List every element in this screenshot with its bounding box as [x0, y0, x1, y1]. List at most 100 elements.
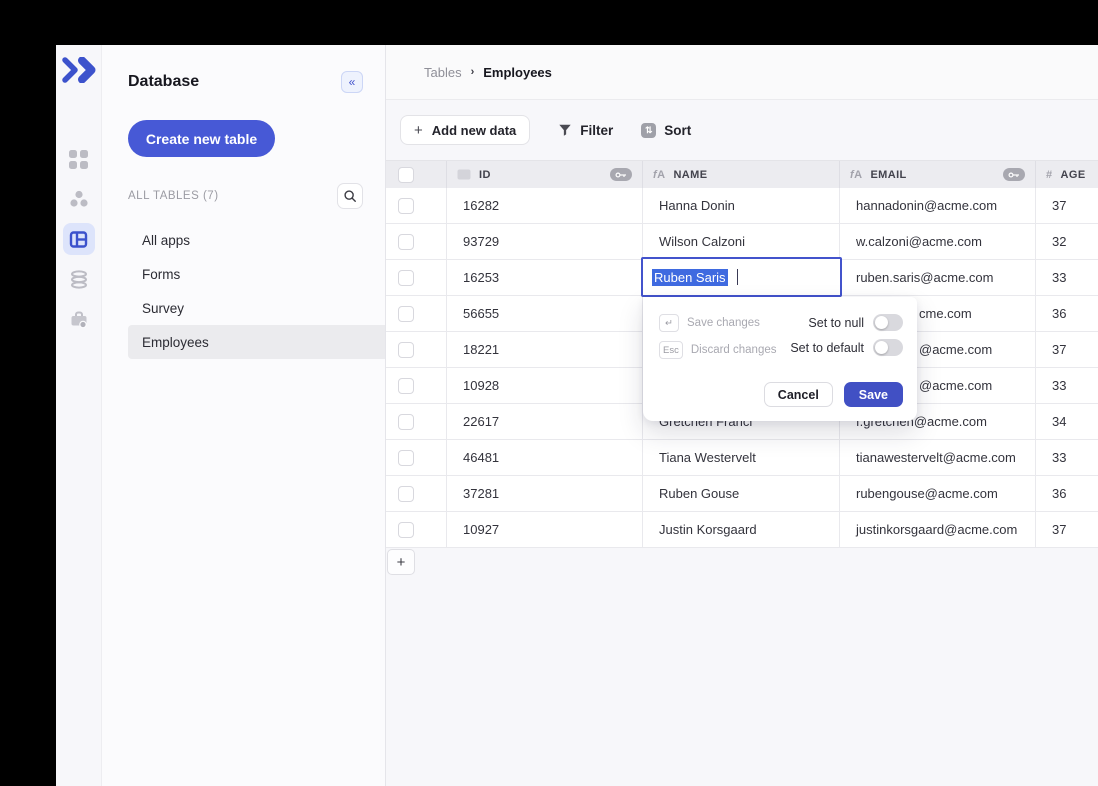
cell-age[interactable]: 33	[1036, 368, 1098, 404]
database-stack-icon[interactable]	[63, 263, 95, 295]
cell-editor-selected-text: Ruben Saris	[652, 268, 728, 286]
sort-label: Sort	[664, 122, 692, 138]
breadcrumb-parent[interactable]: Tables	[424, 65, 462, 80]
cell-age[interactable]: 37	[1036, 512, 1098, 548]
column-header-name[interactable]: fA NAME	[643, 161, 840, 188]
toggle-switch-set-to-null[interactable]	[873, 314, 903, 331]
cell-id[interactable]: 16253	[447, 260, 643, 296]
cell-age[interactable]: 32	[1036, 224, 1098, 260]
cell-email[interactable]: rubengouse@acme.com	[840, 476, 1036, 512]
cell-age[interactable]: 34	[1036, 404, 1098, 440]
cell-id[interactable]: 18221	[447, 332, 643, 368]
cell-id[interactable]: 16282	[447, 188, 643, 224]
sidebar-item-all-apps[interactable]: All apps	[128, 223, 385, 257]
sidebar-title: Database	[128, 73, 200, 90]
sort-arrows-icon: ⇅	[641, 122, 657, 138]
row-checkbox[interactable]	[398, 233, 414, 250]
row-select-cell	[386, 368, 447, 404]
row-checkbox[interactable]	[398, 413, 414, 430]
primary-key-icon	[610, 168, 632, 181]
main-content: Tables › Employees + Add new data Filter…	[386, 45, 1098, 786]
cell-age[interactable]: 36	[1036, 296, 1098, 332]
cancel-button[interactable]: Cancel	[763, 382, 833, 407]
column-header-id[interactable]: ID	[447, 161, 643, 188]
sort-button[interactable]: ⇅ Sort	[641, 122, 692, 138]
row-select-cell	[386, 512, 447, 548]
row-select-cell	[386, 224, 447, 260]
sidebar-item-forms[interactable]: Forms	[128, 257, 385, 291]
cell-id[interactable]: 10928	[447, 368, 643, 404]
column-header-label: ID	[479, 168, 491, 181]
row-select-cell	[386, 260, 447, 296]
row-checkbox[interactable]	[398, 485, 414, 502]
filter-label: Filter	[580, 122, 614, 138]
row-checkbox[interactable]	[398, 449, 414, 466]
toggle-row: Set to null	[790, 314, 903, 331]
text-type-icon: fA	[653, 168, 666, 181]
cell-name[interactable]: Justin Korsgaard	[643, 512, 840, 548]
row-select-cell	[386, 476, 447, 512]
search-tables-button[interactable]	[337, 183, 363, 209]
cell-id[interactable]: 46481	[447, 440, 643, 476]
cell-email[interactable]: hannadonin@acme.com	[840, 188, 1036, 224]
sidebar-collapse-button[interactable]: «	[341, 71, 363, 93]
row-checkbox[interactable]	[398, 269, 414, 286]
cell-email[interactable]: w.calzoni@acme.com	[840, 224, 1036, 260]
row-checkbox[interactable]	[398, 305, 414, 322]
chevron-right-icon: ›	[470, 66, 475, 78]
all-tables-label: ALL TABLES (7)	[128, 190, 219, 202]
save-button[interactable]: Save	[843, 382, 903, 407]
cell-email[interactable]: tianawestervelt@acme.com	[840, 440, 1036, 476]
shortcut-hints: ↵ Save changes Esc Discard changes	[659, 314, 777, 368]
select-all-checkbox[interactable]	[398, 166, 414, 183]
cell-age[interactable]: 33	[1036, 440, 1098, 476]
cell-email[interactable]: justinkorsgaard@acme.com	[840, 512, 1036, 548]
row-checkbox[interactable]	[398, 197, 414, 214]
cell-edit-popup: ↵ Save changes Esc Discard changes Set to n…	[643, 297, 917, 421]
apps-grid-icon[interactable]	[63, 143, 95, 175]
cell-email[interactable]: ruben.saris@acme.com	[840, 260, 1036, 296]
cell-age[interactable]: 37	[1036, 332, 1098, 368]
briefcase-icon[interactable]	[63, 303, 95, 335]
cell-id[interactable]: 93729	[447, 224, 643, 260]
cell-age[interactable]: 36	[1036, 476, 1098, 512]
cell-id[interactable]: 10927	[447, 512, 643, 548]
cell-editor[interactable]: Ruben Saris	[641, 257, 842, 297]
table-header-row: ID fA NAME fA EMAIL # AGE	[386, 160, 1098, 188]
cell-id[interactable]: 37281	[447, 476, 643, 512]
number-type-icon: #	[1046, 168, 1053, 181]
filter-button[interactable]: Filter	[558, 123, 613, 138]
toggle-label: Set to default	[790, 340, 864, 355]
column-header-age[interactable]: # AGE	[1036, 161, 1098, 188]
column-header-label: NAME	[673, 168, 708, 181]
breadcrumb-current: Employees	[483, 64, 552, 80]
cell-name[interactable]: Ruben Gouse	[643, 476, 840, 512]
cell-name[interactable]: Tiana Westervelt	[643, 440, 840, 476]
toggle-switch-set-to-default[interactable]	[873, 339, 903, 356]
create-new-table-button[interactable]: Create new table	[128, 120, 275, 157]
sidebar: Database « Create new table ALL TABLES (…	[102, 45, 386, 786]
row-select-cell	[386, 188, 447, 224]
cluster-icon[interactable]	[63, 183, 95, 215]
sidebar-item-survey[interactable]: Survey	[128, 291, 385, 325]
table-icon[interactable]	[62, 223, 95, 255]
app-window: Database « Create new table ALL TABLES (…	[56, 45, 1098, 786]
id-card-icon	[457, 169, 471, 180]
cell-name[interactable]: Wilson Calzoni	[643, 224, 840, 260]
column-header-email[interactable]: fA EMAIL	[840, 161, 1036, 188]
cell-age[interactable]: 33	[1036, 260, 1098, 296]
cell-name[interactable]: Hanna Donin	[643, 188, 840, 224]
row-checkbox[interactable]	[398, 377, 414, 394]
row-checkbox[interactable]	[398, 521, 414, 538]
enter-key-icon: ↵	[659, 314, 679, 332]
row-checkbox[interactable]	[398, 341, 414, 358]
popup-toggles: Set to null Set to default	[790, 314, 903, 368]
tables-list: All apps Forms Survey Employees	[102, 223, 385, 359]
cell-age[interactable]: 37	[1036, 188, 1098, 224]
sidebar-item-employees[interactable]: Employees	[128, 325, 385, 359]
add-row-button[interactable]: +	[387, 549, 415, 575]
add-new-data-button[interactable]: + Add new data	[400, 115, 531, 145]
column-header-label: AGE	[1060, 168, 1086, 181]
cell-id[interactable]: 56655	[447, 296, 643, 332]
cell-id[interactable]: 22617	[447, 404, 643, 440]
